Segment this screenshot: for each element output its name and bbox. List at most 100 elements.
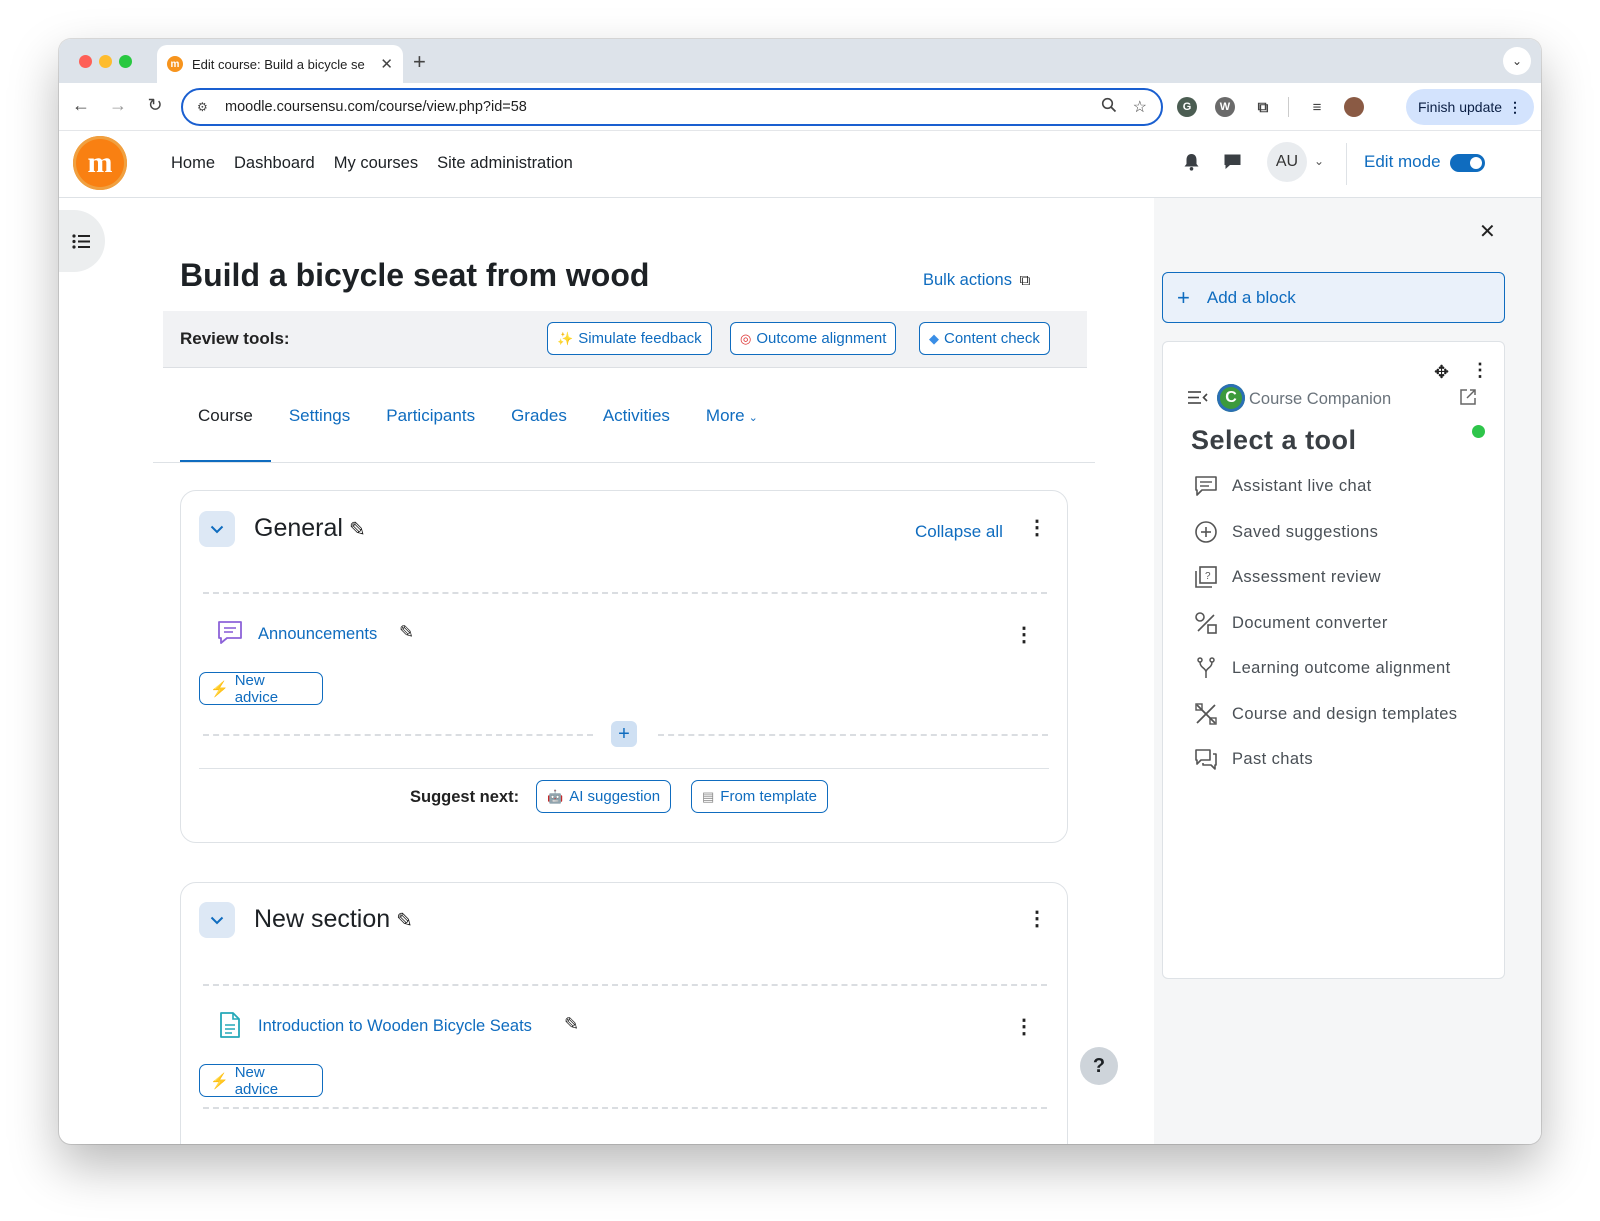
online-status-indicator [1472,425,1485,438]
nav-dashboard[interactable]: Dashboard [234,154,315,173]
tab-participants[interactable]: Participants [368,406,493,463]
tab-grades[interactable]: Grades [493,406,585,463]
tool-saved-suggestions[interactable]: Saved suggestions [1193,517,1378,547]
new-advice-label: New advice [234,1063,279,1098]
course-index-toggle[interactable] [59,210,105,272]
collapse-section-chevron-icon[interactable] [199,511,235,547]
user-avatar[interactable]: AU [1267,142,1307,182]
lightning-icon: ⚡ [210,1072,229,1090]
tool-assistant-live-chat[interactable]: Assistant live chat [1193,471,1372,501]
tool-course-design-templates[interactable]: Course and design templates [1193,699,1457,729]
activity-link-announcements[interactable]: Announcements [258,625,377,644]
notifications-bell-icon[interactable] [1183,153,1200,176]
tool-learning-outcome-alignment[interactable]: Learning outcome alignment [1193,653,1451,683]
section-title[interactable]: New section ✎ [254,905,413,934]
maximize-window-button[interactable] [119,55,132,68]
section-title[interactable]: General ✎ [254,514,366,543]
tool-label: Assistant live chat [1232,476,1372,495]
bookmark-star-icon[interactable]: ☆ [1133,97,1147,117]
edit-pencil-icon[interactable]: ✎ [396,910,413,932]
design-tools-icon [1193,701,1219,727]
add-block-label: Add a block [1206,287,1296,307]
minimize-window-button[interactable] [99,55,112,68]
tab-search-chevron-icon[interactable]: ⌄ [1503,47,1531,75]
simulate-feedback-button[interactable]: ✨ Simulate feedback [547,322,712,355]
edit-pencil-icon[interactable]: ✎ [564,1014,579,1035]
diamond-icon: ◆ [929,330,939,346]
course-companion-logo: C [1217,384,1245,412]
from-template-button[interactable]: ▤ From template [691,780,828,813]
moodle-logo[interactable]: m [73,136,127,190]
collapse-all-link[interactable]: Collapse all [915,522,1003,542]
new-advice-button[interactable]: ⚡ New advice [199,672,323,706]
url-text: moodle.coursensu.com/course/view.php?id=… [225,99,527,115]
saved-suggestions-icon [1193,519,1219,545]
nav-site-administration[interactable]: Site administration [437,154,573,173]
zoom-icon[interactable] [1101,97,1117,118]
back-icon[interactable]: ← [69,95,93,116]
address-bar[interactable]: ⚙ moodle.coursensu.com/course/view.php?i… [181,88,1163,126]
nav-my-courses[interactable]: My courses [334,154,418,173]
add-activity-plus-icon[interactable]: + [611,721,637,747]
tab-course[interactable]: Course [180,406,271,463]
activity-menu-kebab-icon[interactable]: ⋮ [1014,1017,1034,1037]
section-title-text: General [254,514,343,542]
site-settings-icon[interactable]: ⚙ [197,100,213,114]
messages-icon[interactable] [1223,153,1242,176]
finish-update-button[interactable]: Finish update ⋮ [1406,89,1534,125]
tab-settings[interactable]: Settings [271,406,368,463]
chrome-menu-icon[interactable]: ⋮ [1508,99,1522,116]
course-companion-block: ✥ ⋮ C Course Companion Select a tool Ass… [1162,341,1505,979]
close-drawer-icon[interactable]: ✕ [1479,219,1496,244]
target-icon: ◎ [740,330,752,346]
finish-update-label: Finish update [1418,99,1503,115]
help-button[interactable]: ? [1080,1047,1118,1085]
ai-suggestion-button[interactable]: 🤖 AI suggestion [536,780,672,813]
reload-icon[interactable]: ↻ [143,95,167,116]
activity-link-introduction[interactable]: Introduction to Wooden Bicycle Seats [258,1017,532,1036]
tool-past-chats[interactable]: Past chats [1193,744,1313,774]
extensions-puzzle-icon[interactable]: ⧉ [1253,97,1273,117]
section-dashed-divider [203,592,1047,594]
reading-list-icon[interactable]: ≡ [1307,97,1327,117]
user-menu-chevron-icon[interactable]: ⌄ [1314,154,1324,168]
edit-mode-toggle[interactable] [1450,154,1485,172]
tool-assessment-review[interactable]: ? Assessment review [1193,562,1381,592]
select-tool-title: Select a tool [1191,425,1357,455]
forward-icon[interactable]: → [106,95,130,116]
collapse-section-chevron-icon[interactable] [199,902,235,938]
add-block-button[interactable]: + Add a block [1162,272,1505,323]
section-menu-kebab-icon[interactable]: ⋮ [1027,518,1047,538]
block-menu-kebab-icon[interactable]: ⋮ [1471,360,1489,381]
nav-home[interactable]: Home [171,154,215,173]
profile-avatar[interactable] [1344,97,1364,117]
bulk-actions-link[interactable]: Bulk actions ⧉ [923,271,1030,290]
tab-more[interactable]: More ⌄ [688,406,776,463]
tool-label: Course and design templates [1232,704,1458,723]
section-title-text: New section [254,905,391,933]
collapse-sidebar-icon[interactable] [1187,390,1209,410]
browser-tab[interactable]: m Edit course: Build a bicycle se ✕ [157,45,403,83]
activity-menu-kebab-icon[interactable]: ⋮ [1014,625,1034,645]
suggest-next-label: Suggest next: [410,788,520,806]
course-companion-name: Course Companion [1249,390,1392,408]
close-window-button[interactable] [79,55,92,68]
extension-w-icon[interactable]: W [1215,97,1235,117]
section-dashed-divider [203,984,1047,986]
edit-pencil-icon[interactable]: ✎ [399,622,414,643]
move-block-icon[interactable]: ✥ [1434,362,1449,383]
open-external-icon[interactable] [1459,388,1477,411]
new-advice-button[interactable]: ⚡ New advice [199,1063,323,1098]
section-new-section: New section ✎ ⋮ Introduction to Wooden Bi… [180,882,1068,1144]
tool-document-converter[interactable]: Document converter [1193,608,1388,638]
new-tab-icon[interactable]: + [413,49,426,75]
tab-activities[interactable]: Activities [585,406,688,463]
svg-text:?: ? [1205,571,1211,582]
section-menu-kebab-icon[interactable]: ⋮ [1027,909,1047,929]
close-tab-icon[interactable]: ✕ [380,55,393,73]
content-check-button[interactable]: ◆ Content check [919,322,1050,355]
edit-pencil-icon[interactable]: ✎ [349,519,366,541]
extension-grammarly-icon[interactable]: G [1177,97,1197,117]
chat-icon [1193,473,1219,499]
outcome-alignment-button[interactable]: ◎ Outcome alignment [730,322,897,355]
